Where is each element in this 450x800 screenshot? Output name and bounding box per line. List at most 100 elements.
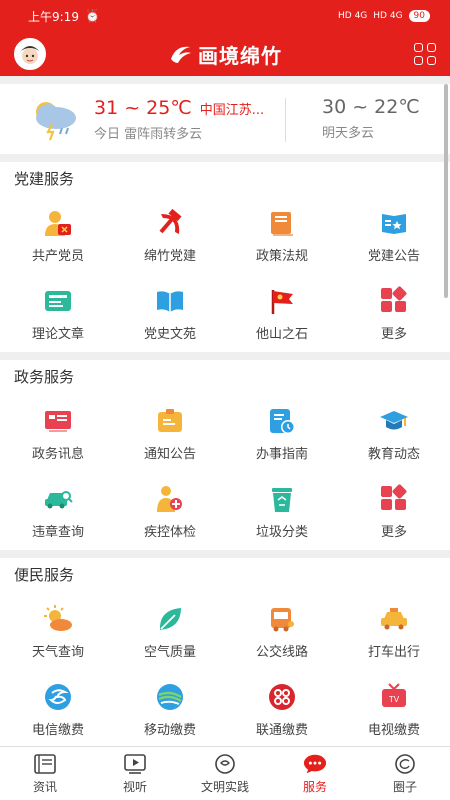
tab-news[interactable]: 资讯 <box>0 747 90 800</box>
guide-clock-icon <box>266 405 298 437</box>
today-temp: 31 ~ 25℃ <box>94 96 192 119</box>
service-party-member[interactable]: 共产党员 <box>2 196 114 274</box>
unicom-logo-icon <box>266 681 298 713</box>
tab-label: 服务 <box>302 779 327 794</box>
telecom-logo-icon <box>42 681 74 713</box>
service-weather[interactable]: 天气查询 <box>2 592 114 670</box>
service-tv-pay[interactable]: TV 电视缴费 <box>338 670 450 746</box>
tab-civilization[interactable]: 文明实践 <box>180 747 270 800</box>
menu-grid-icon[interactable] <box>414 43 436 65</box>
graduation-cap-icon <box>378 405 410 437</box>
tab-service[interactable]: 服务 <box>270 747 360 800</box>
service-label: 疾控体检 <box>143 524 196 540</box>
more-grid-icon <box>378 285 410 317</box>
service-more-party[interactable]: 更多 <box>338 274 450 352</box>
service-telecom-pay[interactable]: 电信缴费 <box>2 670 114 746</box>
service-mianzhu-party[interactable]: 绵竹党建 <box>114 196 226 274</box>
gov-services-section: 政务服务 政务讯息 通知公告 办事指南 教育动态 违章查询 疾控体检 垃圾分类 … <box>0 360 450 550</box>
weather-card[interactable]: 31 ~ 25℃ 中国江苏... 今日 雷阵雨转多云 30 ~ 22℃ 明天多云 <box>0 84 450 154</box>
service-label: 天气查询 <box>31 644 84 660</box>
app-header: 画境绵竹 <box>0 32 450 76</box>
service-violation[interactable]: 违章查询 <box>2 472 114 550</box>
bus-icon <box>266 603 298 635</box>
service-label: 更多 <box>380 326 407 342</box>
service-label: 垃圾分类 <box>255 524 308 540</box>
section-title: 政务服务 <box>14 368 75 386</box>
bottom-tabbar: 资讯 视听 文明实践 服务 圈子 <box>0 746 450 800</box>
clipboard-icon <box>154 405 186 437</box>
policy-book-icon <box>266 207 298 239</box>
section-title: 便民服务 <box>14 566 75 584</box>
avatar[interactable] <box>14 38 46 70</box>
service-label: 政务讯息 <box>31 446 84 462</box>
car-search-icon <box>42 483 74 515</box>
service-bus[interactable]: 公交线路 <box>226 592 338 670</box>
service-air-quality[interactable]: 空气质量 <box>114 592 226 670</box>
service-label: 党史文苑 <box>143 326 196 342</box>
service-chat-icon <box>303 753 327 775</box>
service-education[interactable]: 教育动态 <box>338 394 450 472</box>
news-icon <box>33 753 57 775</box>
section-title: 党建服务 <box>14 170 75 188</box>
service-label: 电视缴费 <box>367 722 420 738</box>
party-member-icon <box>42 207 74 239</box>
service-garbage[interactable]: 垃圾分类 <box>226 472 338 550</box>
battery-indicator: 90 <box>408 10 430 22</box>
service-label: 绵竹党建 <box>143 248 196 264</box>
service-label: 通知公告 <box>143 446 196 462</box>
service-label: 违章查询 <box>31 524 84 540</box>
service-party-notice[interactable]: 党建公告 <box>338 196 450 274</box>
sun-cloud-icon <box>42 603 74 635</box>
tab-video[interactable]: 视听 <box>90 747 180 800</box>
news-board-icon <box>42 405 74 437</box>
notice-book-icon <box>378 207 410 239</box>
tab-label: 文明实践 <box>200 779 249 794</box>
service-label: 他山之石 <box>255 326 308 342</box>
service-other-stones[interactable]: 他山之石 <box>226 274 338 352</box>
service-more-gov[interactable]: 更多 <box>338 472 450 550</box>
brand-logo-icon <box>171 46 191 63</box>
health-person-icon <box>154 483 186 515</box>
service-guide[interactable]: 办事指南 <box>226 394 338 472</box>
service-label: 理论文章 <box>31 326 84 342</box>
tab-label: 圈子 <box>392 779 417 794</box>
alarm-icon: ⏰ <box>84 9 100 23</box>
recycle-bin-icon <box>266 483 298 515</box>
party-flag-icon <box>266 285 298 317</box>
hammer-sickle-icon <box>154 207 186 239</box>
tab-circle[interactable]: 圈子 <box>360 747 450 800</box>
service-gov-news[interactable]: 政务讯息 <box>2 394 114 472</box>
theory-doc-icon <box>42 285 74 317</box>
more-grid-icon <box>378 483 410 515</box>
service-policy[interactable]: 政策法规 <box>226 196 338 274</box>
main-content: 31 ~ 25℃ 中国江苏... 今日 雷阵雨转多云 30 ~ 22℃ 明天多云 … <box>0 76 450 746</box>
service-notice[interactable]: 通知公告 <box>114 394 226 472</box>
service-label: 教育动态 <box>367 446 420 462</box>
scrollbar[interactable] <box>444 84 448 298</box>
status-time: 上午9:19 <box>28 9 79 24</box>
circle-icon <box>393 753 417 775</box>
tomorrow-temp: 30 ~ 22℃ <box>322 96 420 118</box>
service-taxi[interactable]: 打车出行 <box>338 592 450 670</box>
service-label: 移动缴费 <box>143 722 196 738</box>
status-bar: 上午9:19 ⏰ HD 4G HD 4G 90 <box>0 0 450 32</box>
mobile-logo-icon <box>154 681 186 713</box>
service-label: 电信缴费 <box>31 722 84 738</box>
service-party-history[interactable]: 党史文苑 <box>114 274 226 352</box>
service-health-check[interactable]: 疾控体检 <box>114 472 226 550</box>
service-label: 公交线路 <box>255 644 308 660</box>
service-mobile-pay[interactable]: 移动缴费 <box>114 670 226 746</box>
svg-text:TV: TV <box>389 695 400 704</box>
service-theory[interactable]: 理论文章 <box>2 274 114 352</box>
civilization-icon <box>213 753 237 775</box>
service-unicom-pay[interactable]: 联通缴费 <box>226 670 338 746</box>
service-label: 办事指南 <box>255 446 308 462</box>
today-desc: 今日 雷阵雨转多云 <box>94 126 203 142</box>
tab-label: 视听 <box>122 779 147 794</box>
tv-icon: TV <box>378 681 410 713</box>
leaf-icon <box>154 603 186 635</box>
weather-location: 中国江苏... <box>199 102 265 118</box>
service-label: 更多 <box>380 524 407 540</box>
taxi-icon <box>378 603 410 635</box>
network-indicator-1: HD 4G <box>338 11 368 21</box>
